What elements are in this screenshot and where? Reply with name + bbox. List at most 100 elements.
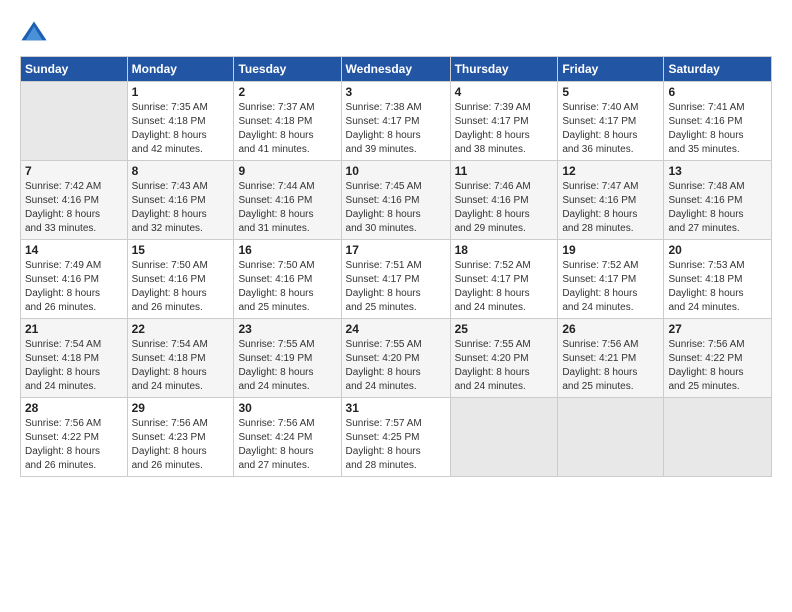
day-info: Sunrise: 7:56 AM Sunset: 4:22 PM Dayligh…: [668, 338, 767, 394]
day-number: 4: [455, 85, 554, 99]
day-info: Sunrise: 7:37 AM Sunset: 4:18 PM Dayligh…: [238, 101, 336, 157]
calendar-cell: 20 Sunrise: 7:53 AM Sunset: 4:18 PM Dayli…: [664, 240, 772, 319]
weekday-header-wednesday: Wednesday: [341, 57, 450, 82]
day-number: 25: [455, 322, 554, 336]
calendar-cell: 31Sunrise: 7:57 AM Sunset: 4:25 PM Dayli…: [341, 398, 450, 477]
day-info: Sunrise: 7:54 AM Sunset: 4:18 PM Dayligh…: [25, 338, 123, 394]
day-number: 14: [25, 243, 123, 257]
calendar-cell: 22 Sunrise: 7:54 AM Sunset: 4:18 PM Dayli…: [127, 319, 234, 398]
day-info: Sunrise: 7:45 AM Sunset: 4:16 PM Dayligh…: [346, 180, 446, 236]
weekday-header-saturday: Saturday: [664, 57, 772, 82]
calendar-week-3: 14 Sunrise: 7:49 AM Sunset: 4:16 PM Dayli…: [21, 240, 772, 319]
day-info: Sunrise: 7:43 AM Sunset: 4:16 PM Dayligh…: [132, 180, 230, 236]
day-number: 6: [668, 85, 767, 99]
calendar-table: SundayMondayTuesdayWednesdayThursdayFrid…: [20, 56, 772, 477]
day-info: Sunrise: 7:48 AM Sunset: 4:16 PM Dayligh…: [668, 180, 767, 236]
day-info: Sunrise: 7:39 AM Sunset: 4:17 PM Dayligh…: [455, 101, 554, 157]
day-number: 10: [346, 164, 446, 178]
day-info: Sunrise: 7:53 AM Sunset: 4:18 PM Dayligh…: [668, 259, 767, 315]
day-info: Sunrise: 7:42 AM Sunset: 4:16 PM Dayligh…: [25, 180, 123, 236]
day-number: 8: [132, 164, 230, 178]
day-info: Sunrise: 7:56 AM Sunset: 4:23 PM Dayligh…: [132, 417, 230, 473]
day-number: 12: [562, 164, 659, 178]
day-info: Sunrise: 7:38 AM Sunset: 4:17 PM Dayligh…: [346, 101, 446, 157]
header: [20, 18, 772, 46]
calendar-cell: 13 Sunrise: 7:48 AM Sunset: 4:16 PM Dayli…: [664, 161, 772, 240]
day-number: 1: [132, 85, 230, 99]
day-info: Sunrise: 7:56 AM Sunset: 4:21 PM Dayligh…: [562, 338, 659, 394]
day-info: Sunrise: 7:50 AM Sunset: 4:16 PM Dayligh…: [132, 259, 230, 315]
day-number: 27: [668, 322, 767, 336]
calendar-cell: 4 Sunrise: 7:39 AM Sunset: 4:17 PM Daylig…: [450, 82, 558, 161]
calendar-cell: 18 Sunrise: 7:52 AM Sunset: 4:17 PM Dayli…: [450, 240, 558, 319]
calendar-cell: 29 Sunrise: 7:56 AM Sunset: 4:23 PM Dayli…: [127, 398, 234, 477]
calendar-week-5: 28Sunrise: 7:56 AM Sunset: 4:22 PM Dayli…: [21, 398, 772, 477]
calendar-cell: 16 Sunrise: 7:50 AM Sunset: 4:16 PM Dayli…: [234, 240, 341, 319]
day-info: Sunrise: 7:55 AM Sunset: 4:20 PM Dayligh…: [346, 338, 446, 394]
calendar-cell: 9Sunrise: 7:44 AM Sunset: 4:16 PM Daylig…: [234, 161, 341, 240]
day-info: Sunrise: 7:40 AM Sunset: 4:17 PM Dayligh…: [562, 101, 659, 157]
logo: [20, 18, 52, 46]
calendar-cell: 27 Sunrise: 7:56 AM Sunset: 4:22 PM Dayli…: [664, 319, 772, 398]
day-number: 20: [668, 243, 767, 257]
day-number: 31: [346, 401, 446, 415]
calendar-cell: [21, 82, 128, 161]
day-number: 11: [455, 164, 554, 178]
day-info: Sunrise: 7:50 AM Sunset: 4:16 PM Dayligh…: [238, 259, 336, 315]
calendar-cell: 21 Sunrise: 7:54 AM Sunset: 4:18 PM Dayli…: [21, 319, 128, 398]
weekday-header-friday: Friday: [558, 57, 664, 82]
day-info: Sunrise: 7:55 AM Sunset: 4:20 PM Dayligh…: [455, 338, 554, 394]
day-info: Sunrise: 7:35 AM Sunset: 4:18 PM Dayligh…: [132, 101, 230, 157]
day-info: Sunrise: 7:46 AM Sunset: 4:16 PM Dayligh…: [455, 180, 554, 236]
calendar-cell: 10 Sunrise: 7:45 AM Sunset: 4:16 PM Dayli…: [341, 161, 450, 240]
day-number: 17: [346, 243, 446, 257]
calendar-cell: 8 Sunrise: 7:43 AM Sunset: 4:16 PM Daylig…: [127, 161, 234, 240]
day-info: Sunrise: 7:52 AM Sunset: 4:17 PM Dayligh…: [455, 259, 554, 315]
day-info: Sunrise: 7:56 AM Sunset: 4:24 PM Dayligh…: [238, 417, 336, 473]
day-number: 2: [238, 85, 336, 99]
calendar-cell: [558, 398, 664, 477]
calendar-cell: 12Sunrise: 7:47 AM Sunset: 4:16 PM Dayli…: [558, 161, 664, 240]
day-number: 23: [238, 322, 336, 336]
calendar-cell: 1 Sunrise: 7:35 AM Sunset: 4:18 PM Daylig…: [127, 82, 234, 161]
calendar-cell: 6Sunrise: 7:41 AM Sunset: 4:16 PM Daylig…: [664, 82, 772, 161]
day-number: 9: [238, 164, 336, 178]
day-number: 19: [562, 243, 659, 257]
calendar-cell: 11 Sunrise: 7:46 AM Sunset: 4:16 PM Dayli…: [450, 161, 558, 240]
calendar-cell: [664, 398, 772, 477]
day-number: 21: [25, 322, 123, 336]
day-info: Sunrise: 7:51 AM Sunset: 4:17 PM Dayligh…: [346, 259, 446, 315]
calendar-page: SundayMondayTuesdayWednesdayThursdayFrid…: [0, 0, 792, 612]
calendar-cell: 23 Sunrise: 7:55 AM Sunset: 4:19 PM Dayli…: [234, 319, 341, 398]
calendar-cell: 25 Sunrise: 7:55 AM Sunset: 4:20 PM Dayli…: [450, 319, 558, 398]
calendar-cell: [450, 398, 558, 477]
calendar-cell: 7 Sunrise: 7:42 AM Sunset: 4:16 PM Daylig…: [21, 161, 128, 240]
day-number: 29: [132, 401, 230, 415]
calendar-week-4: 21 Sunrise: 7:54 AM Sunset: 4:18 PM Dayli…: [21, 319, 772, 398]
calendar-cell: 2 Sunrise: 7:37 AM Sunset: 4:18 PM Daylig…: [234, 82, 341, 161]
day-number: 26: [562, 322, 659, 336]
weekday-header-thursday: Thursday: [450, 57, 558, 82]
day-number: 7: [25, 164, 123, 178]
day-info: Sunrise: 7:55 AM Sunset: 4:19 PM Dayligh…: [238, 338, 336, 394]
day-number: 5: [562, 85, 659, 99]
day-number: 18: [455, 243, 554, 257]
weekday-header-sunday: Sunday: [21, 57, 128, 82]
calendar-week-1: 1 Sunrise: 7:35 AM Sunset: 4:18 PM Daylig…: [21, 82, 772, 161]
day-info: Sunrise: 7:49 AM Sunset: 4:16 PM Dayligh…: [25, 259, 123, 315]
calendar-cell: 15Sunrise: 7:50 AM Sunset: 4:16 PM Dayli…: [127, 240, 234, 319]
day-number: 13: [668, 164, 767, 178]
calendar-cell: 24 Sunrise: 7:55 AM Sunset: 4:20 PM Dayli…: [341, 319, 450, 398]
day-number: 22: [132, 322, 230, 336]
day-number: 24: [346, 322, 446, 336]
calendar-cell: 5 Sunrise: 7:40 AM Sunset: 4:17 PM Daylig…: [558, 82, 664, 161]
day-number: 3: [346, 85, 446, 99]
day-info: Sunrise: 7:54 AM Sunset: 4:18 PM Dayligh…: [132, 338, 230, 394]
calendar-cell: 26 Sunrise: 7:56 AM Sunset: 4:21 PM Dayli…: [558, 319, 664, 398]
calendar-cell: 19 Sunrise: 7:52 AM Sunset: 4:17 PM Dayli…: [558, 240, 664, 319]
calendar-cell: 30Sunrise: 7:56 AM Sunset: 4:24 PM Dayli…: [234, 398, 341, 477]
calendar-cell: 14 Sunrise: 7:49 AM Sunset: 4:16 PM Dayli…: [21, 240, 128, 319]
day-info: Sunrise: 7:52 AM Sunset: 4:17 PM Dayligh…: [562, 259, 659, 315]
day-number: 16: [238, 243, 336, 257]
calendar-week-2: 7 Sunrise: 7:42 AM Sunset: 4:16 PM Daylig…: [21, 161, 772, 240]
